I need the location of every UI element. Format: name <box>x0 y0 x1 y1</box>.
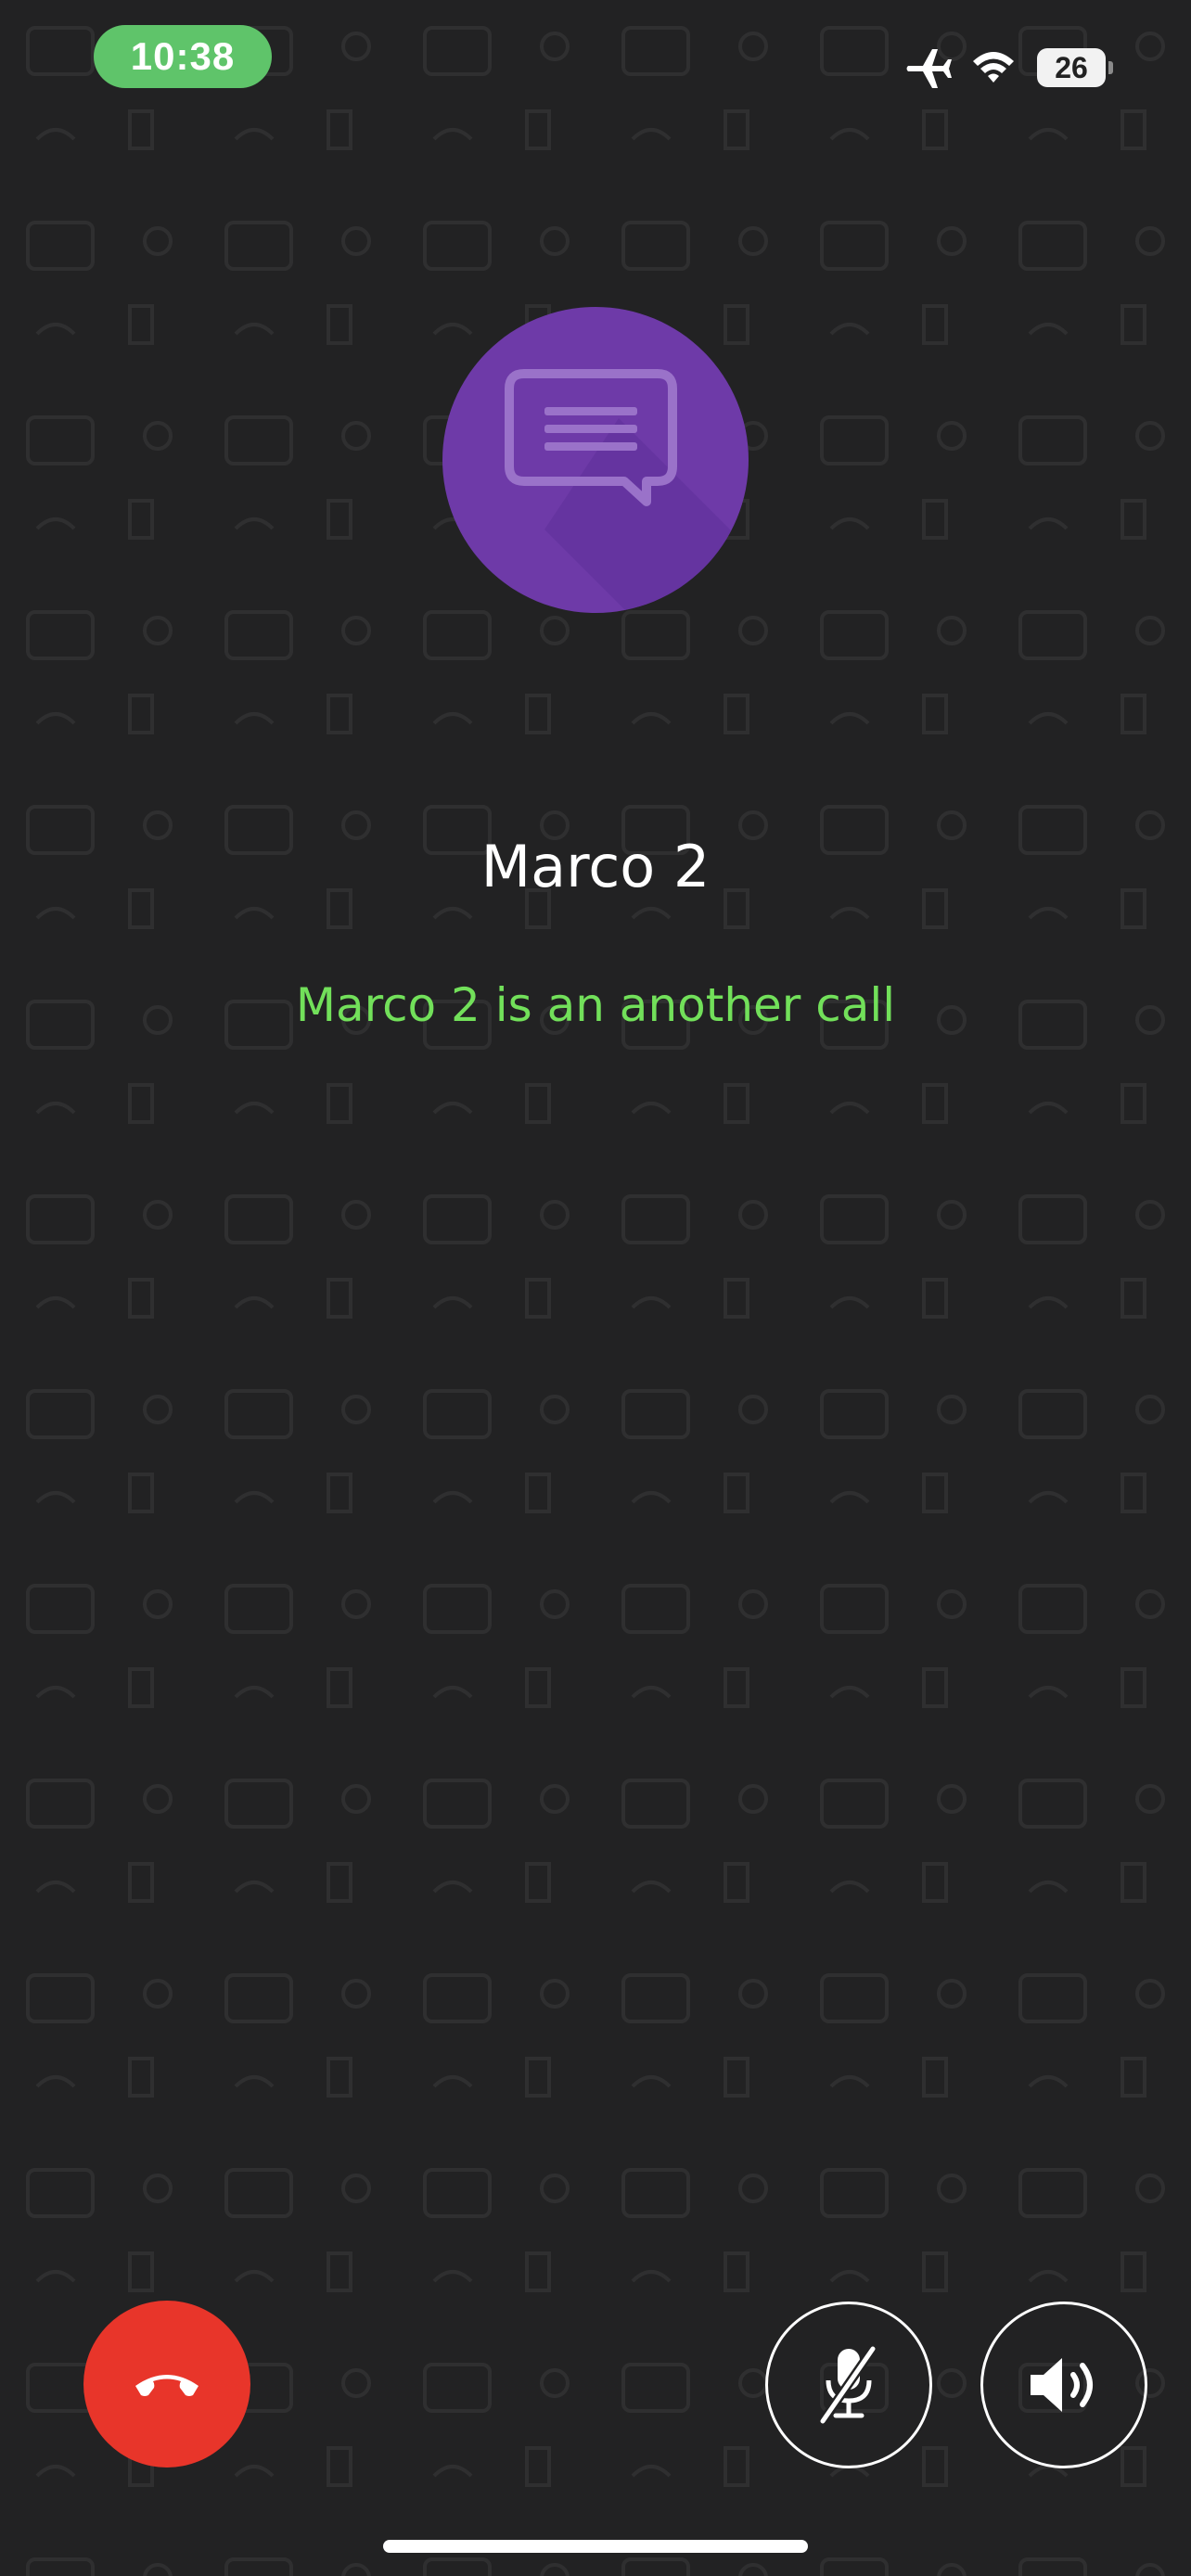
chat-bubble-icon <box>505 369 749 613</box>
battery-level: 26 <box>1055 50 1088 84</box>
microphone-muted-icon <box>818 2346 877 2424</box>
home-indicator[interactable] <box>383 2540 808 2553</box>
call-status-text: Marco 2 is an another call <box>295 978 896 1032</box>
call-screen: 10:38 26 Marco 2 Marco 2 is an another c… <box>0 0 1191 2576</box>
battery-body: 26 <box>1037 48 1106 87</box>
speaker-button[interactable] <box>980 2302 1147 2468</box>
battery-icon: 26 <box>1037 48 1113 87</box>
wifi-icon <box>973 52 1014 83</box>
airplane-mode-icon <box>906 49 952 88</box>
status-time-pill[interactable]: 10:38 <box>94 25 272 88</box>
mute-button[interactable] <box>765 2302 932 2468</box>
status-time: 10:38 <box>130 34 236 78</box>
phone-hangup-icon <box>135 2375 198 2396</box>
battery-tip <box>1108 61 1113 74</box>
hangup-button[interactable] <box>83 2301 250 2468</box>
speaker-icon <box>1031 2358 1093 2412</box>
caller-avatar <box>442 307 749 613</box>
caller-name: Marco 2 <box>480 833 711 900</box>
